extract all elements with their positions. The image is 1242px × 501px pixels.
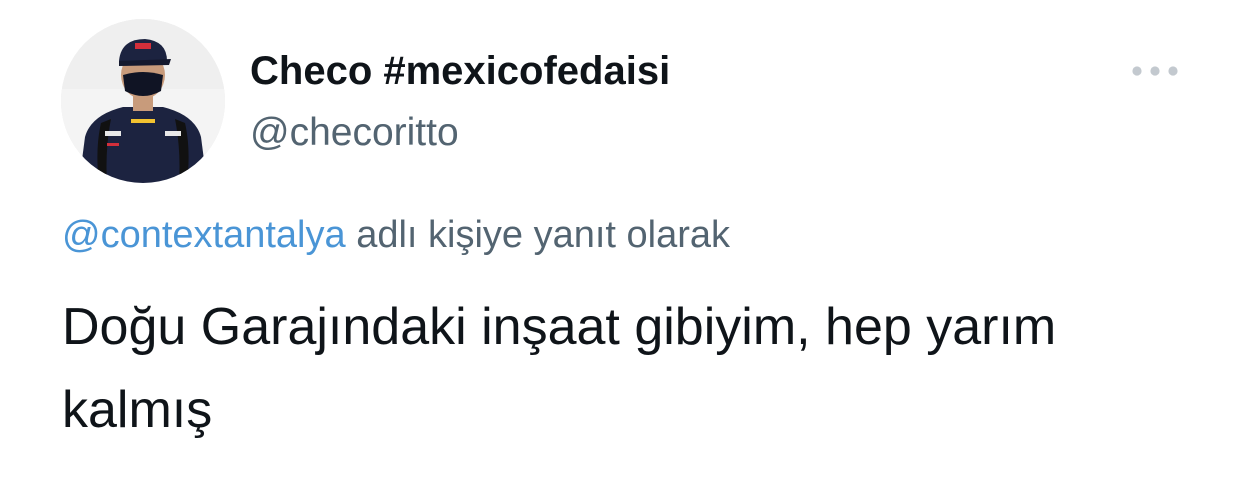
author-avatar[interactable] — [61, 19, 225, 183]
replying-to-line: @contextantalya adlı kişiye yanıt olarak — [62, 211, 730, 259]
author-handle[interactable]: @checoritto — [250, 109, 459, 157]
more-options-button[interactable] — [1126, 56, 1184, 86]
tweet-text: Doğu Garajındaki inşaat gibiyim, hep yar… — [62, 298, 1057, 439]
tweet-card: Checo #mexicofedaisi @checoritto @contex… — [0, 0, 1242, 501]
more-horizontal-icon — [1132, 66, 1178, 76]
profile-photo-icon — [61, 19, 225, 183]
reply-suffix: adlı kişiye yanıt olarak — [356, 214, 731, 256]
reply-mention-link[interactable]: @contextantalya — [62, 214, 346, 256]
author-display-name[interactable]: Checo #mexicofedaisi — [250, 46, 670, 96]
